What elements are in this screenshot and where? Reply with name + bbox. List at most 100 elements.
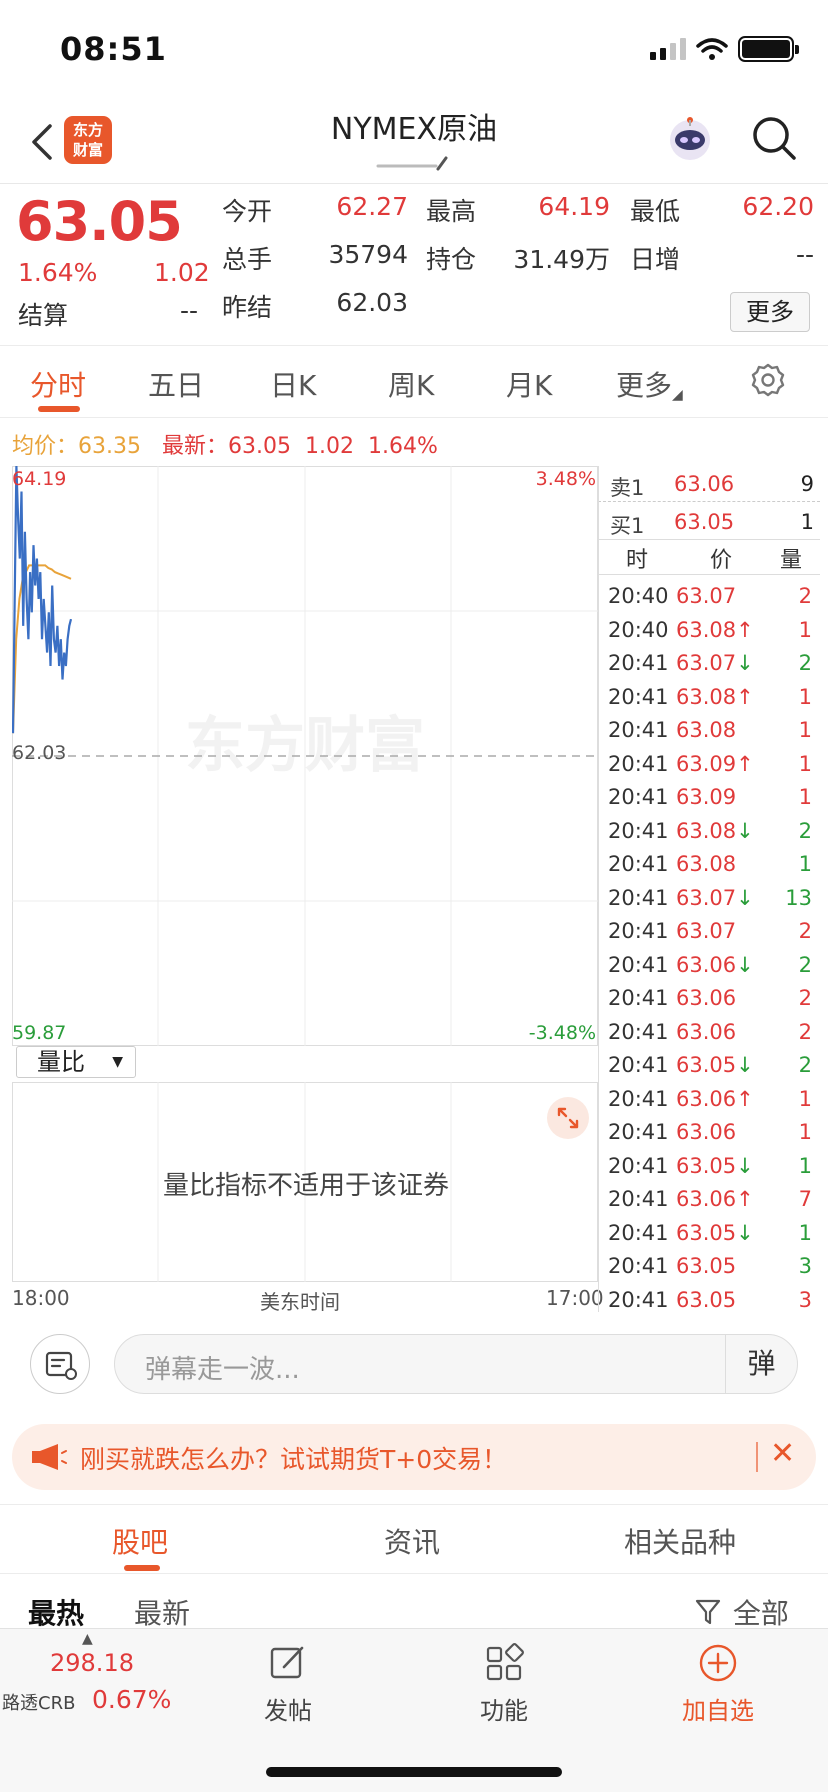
trade-price: 63.08 (676, 852, 737, 876)
bottom-toolbar: ▲ 298.18 路透CRB 0.67% 发帖 功能 加自选 (0, 1628, 828, 1792)
add-watchlist-label: 加自选 (682, 1697, 754, 1725)
robot-assistant-icon[interactable] (666, 114, 714, 162)
subtab-latest[interactable]: 最新 (134, 1592, 190, 1628)
title-dropdown-indicator[interactable] (376, 156, 452, 172)
gear-icon[interactable] (750, 362, 786, 398)
settle-value: -- (180, 296, 199, 325)
low-label: 最低 (630, 197, 681, 226)
trade-row: 20:41 63.07↓ 13 (598, 882, 820, 915)
trade-price: 63.06 (676, 1120, 737, 1144)
arrow-up-icon: ↑ (736, 1086, 754, 1111)
settle-label: 结算 (18, 301, 69, 330)
latest-change-percent: 1.64% (367, 434, 438, 459)
danmu-settings-icon[interactable] (30, 1334, 90, 1394)
trade-volume: 1 (798, 718, 812, 742)
time-axis-end: 17:00 (546, 1286, 604, 1310)
functions-label: 功能 (480, 1697, 528, 1725)
latest-price-value: 63.05 (228, 434, 291, 459)
post-label: 发帖 (264, 1697, 312, 1725)
volume-label: 总手 (222, 245, 273, 274)
megaphone-icon (32, 1444, 67, 1470)
danmu-bar: 弹幕走一波... 弹 (0, 1312, 828, 1410)
trade-time: 20:41 (608, 852, 669, 876)
trade-volume: 1 (798, 1120, 812, 1144)
tab-weekly-k[interactable]: 周K (388, 364, 434, 404)
tab-intraday[interactable]: 分时 (30, 364, 86, 404)
trade-time: 20:41 (608, 1220, 669, 1245)
danmu-input[interactable]: 弹幕走一波... 弹 (114, 1334, 798, 1394)
trade-row: 20:41 63.08 1 (598, 848, 820, 881)
trade-row: 20:41 63.06↑ 1 (598, 1083, 820, 1116)
more-button[interactable]: 更多 (730, 292, 810, 332)
trade-row: 20:41 63.07 2 (598, 915, 820, 948)
trade-volume: 1 (798, 751, 812, 776)
tab-forum[interactable]: 股吧 (112, 1521, 168, 1561)
trade-row: 20:40 63.07 2 (598, 580, 820, 613)
functions-button[interactable]: 功能 (454, 1643, 554, 1726)
open-interest-label: 持仓 (426, 245, 477, 274)
close-icon[interactable]: ✕ (770, 1436, 795, 1471)
crb-index-value[interactable]: 298.18 (50, 1649, 134, 1677)
trade-row: 20:40 63.08↑ 1 (598, 614, 820, 647)
bid-price: 63.05 (674, 510, 735, 534)
status-bar: 08:51 (0, 0, 828, 100)
trade-price: 63.07↓ (676, 651, 754, 675)
trade-time: 20:41 (608, 785, 669, 809)
trade-volume: 3 (798, 1254, 812, 1278)
trade-volume: 2 (798, 952, 812, 977)
indicator-select[interactable]: 量比 ▼ (16, 1046, 136, 1078)
tab-daily-k[interactable]: 日K (270, 364, 316, 404)
tab-monthly-k[interactable]: 月K (506, 364, 552, 404)
trade-price: 63.09↑ (676, 751, 754, 776)
danmu-toggle-button[interactable]: 弹 (725, 1335, 797, 1393)
bid-row: 买1 63.05 1 (598, 504, 820, 540)
trades-header-time: 时 (626, 548, 649, 573)
expand-icon[interactable] (547, 1097, 589, 1139)
tab-news[interactable]: 资讯 (384, 1521, 440, 1561)
trade-row: 20:41 63.08↑ 1 (598, 681, 820, 714)
prev-settle-label: 昨结 (222, 293, 273, 322)
filter-label: 全部 (732, 1597, 789, 1628)
price-line (11, 465, 73, 734)
tab-five-day[interactable]: 五日 (148, 364, 204, 404)
nav-bar: 东方 财富 NYMEX原油 (0, 100, 828, 184)
trade-volume: 7 (798, 1187, 812, 1211)
trade-time: 20:41 (608, 1019, 669, 1044)
last-price: 63.05 (16, 190, 183, 253)
trade-volume: 1 (798, 1086, 812, 1111)
status-time: 08:51 (60, 30, 167, 68)
tab-more[interactable]: 更多◢ (616, 364, 683, 404)
tab-related[interactable]: 相关品种 (624, 1521, 736, 1561)
trade-volume: 2 (798, 1053, 812, 1077)
intraday-chart[interactable]: 东方财富 64.19 3.48% 62.03 59.87 -3.48% (11, 465, 598, 1046)
promo-banner[interactable]: 刚买就跌怎么办？试试期货T+0交易！ ✕ (12, 1424, 816, 1490)
trade-time: 20:41 (608, 718, 669, 742)
subtab-hot[interactable]: 最热 (28, 1592, 84, 1628)
trade-row: 20:41 63.06↑ 7 (598, 1183, 820, 1216)
trade-time: 20:40 (608, 584, 669, 608)
status-icons (650, 36, 799, 62)
open-value: 62.27 (336, 192, 408, 221)
quote-header: 63.05 1.64% 1.02 结算 -- 今开 62.27 最高 64.19… (0, 184, 828, 346)
trade-time: 20:41 (608, 1086, 669, 1111)
trade-volume: 2 (798, 1019, 812, 1044)
trade-price: 63.06↑ (676, 1187, 754, 1211)
prev-settle-value: 62.03 (336, 288, 408, 317)
arrow-down-icon: ↓ (736, 1220, 754, 1245)
home-indicator[interactable] (266, 1767, 562, 1777)
bid-label: 买1 (610, 514, 645, 538)
trade-price: 63.05↓ (676, 1153, 754, 1178)
trades-header-divider (598, 574, 820, 575)
indicator-select-label: 量比 (37, 1048, 85, 1076)
latest-change-value: 1.02 (304, 434, 354, 459)
plus-circle-icon (699, 1644, 737, 1682)
search-icon[interactable] (750, 114, 798, 162)
community-tabs: 股吧 资讯 相关品种 (0, 1504, 828, 1574)
y-max-label: 64.19 (12, 468, 67, 490)
chevron-down-icon: ▼ (112, 1054, 123, 1070)
trade-row: 20:41 63.06 1 (598, 1116, 820, 1149)
filter-button[interactable]: 全部 (694, 1592, 789, 1628)
add-watchlist-button[interactable]: 加自选 (668, 1643, 768, 1726)
trade-volume: 1 (798, 684, 812, 709)
post-button[interactable]: 发帖 (238, 1643, 338, 1726)
